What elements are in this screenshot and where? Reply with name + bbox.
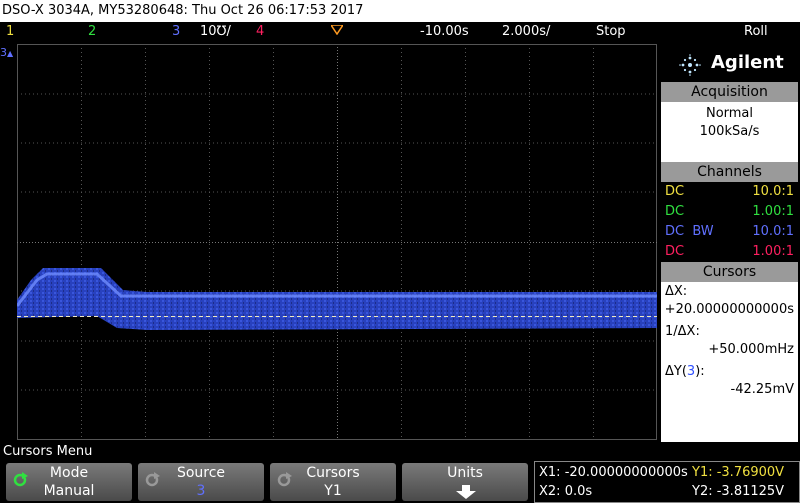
y2-readout: Y2: -3.81125V bbox=[692, 484, 785, 499]
inv-delta-x-value-row: +50.000mHz bbox=[665, 340, 794, 360]
x1-readout: X1: -20.00000000000s bbox=[539, 465, 688, 480]
brand-box: Agilent bbox=[661, 46, 798, 84]
channel-4-indicator[interactable]: 4 bbox=[256, 22, 264, 42]
run-state: Stop bbox=[596, 24, 626, 39]
info-panel: Agilent Acquisition Normal 100kSa/s Chan… bbox=[659, 44, 800, 442]
grid-lines bbox=[17, 44, 657, 440]
source-softkey[interactable]: Source 3 bbox=[138, 463, 264, 501]
time-offset: -10.00s bbox=[420, 24, 469, 39]
channel-3-row[interactable]: DC BW 10.0:1 bbox=[665, 222, 794, 242]
time-scale: 2.000s/ bbox=[502, 24, 551, 39]
cursors-box: ΔX: +20.00000000000s 1/ΔX: +50.000mHz ΔY… bbox=[661, 282, 798, 442]
delta-y-label-row: ΔY(3): bbox=[665, 364, 705, 379]
delta-x-value-row: +20.00000000000s bbox=[665, 300, 794, 320]
channel-4-row[interactable]: DC 1.00:1 bbox=[665, 242, 794, 262]
channel-3-scale: 10℧/ bbox=[200, 24, 231, 39]
units-softkey[interactable]: Units bbox=[402, 463, 528, 501]
channel-2-indicator[interactable]: 2 bbox=[88, 22, 96, 42]
cursors-header[interactable]: Cursors bbox=[661, 262, 798, 282]
sample-rate: 100kSa/s bbox=[699, 124, 760, 139]
cursors-softkey[interactable]: Cursors Y1 bbox=[270, 463, 396, 501]
channels-box: DC 10.0:1 DC 1.00:1 DC BW 10.0:1 DC 1.00… bbox=[661, 182, 798, 262]
title-bar: DSO-X 3034A, MY53280648: Thu Oct 26 06:1… bbox=[0, 0, 800, 22]
waveform-display[interactable] bbox=[15, 44, 657, 440]
y1-readout: Y1: -3.76900V bbox=[692, 465, 785, 480]
delta-y-value-row: -42.25mV bbox=[665, 380, 794, 400]
submenu-arrow-icon bbox=[456, 485, 476, 499]
trigger-position-icon bbox=[331, 25, 343, 35]
channel-3-trace bbox=[17, 268, 657, 330]
inv-delta-x-value: +50.000mHz bbox=[708, 342, 794, 357]
channel-1-row[interactable]: DC 10.0:1 bbox=[665, 182, 794, 202]
agilent-spark-icon bbox=[679, 54, 701, 76]
inv-delta-x-label-row: 1/ΔX: bbox=[665, 324, 700, 339]
channel-3-indicator[interactable]: 3 bbox=[172, 22, 180, 42]
acquisition-header[interactable]: Acquisition bbox=[661, 82, 798, 102]
channel-1-indicator[interactable]: 1 bbox=[6, 22, 14, 42]
acquisition-mode-roll: Roll bbox=[744, 24, 768, 39]
delta-y-value: -42.25mV bbox=[730, 382, 794, 397]
status-bar: 1 2 3 10℧/ 4 -10.00s 2.000s/ Stop Roll bbox=[0, 22, 800, 42]
graticule bbox=[15, 44, 657, 440]
acquisition-mode: Normal bbox=[705, 106, 754, 121]
menu-title: Cursors Menu bbox=[0, 443, 800, 461]
cursor-readout: X1: -20.00000000000s X2: 0.0s Y1: -3.769… bbox=[534, 461, 800, 503]
brand-logo: Agilent bbox=[711, 52, 784, 73]
x2-readout: X2: 0.0s bbox=[539, 484, 593, 499]
acquisition-box: Normal 100kSa/s bbox=[661, 102, 798, 162]
channels-header[interactable]: Channels bbox=[661, 162, 798, 182]
delta-x-value: +20.00000000000s bbox=[664, 302, 794, 317]
delta-x-label-row: ΔX: bbox=[665, 284, 688, 299]
title-text: DSO-X 3034A, MY53280648: Thu Oct 26 06:1… bbox=[2, 3, 364, 18]
mode-softkey[interactable]: Mode Manual bbox=[6, 463, 132, 501]
channel-2-row[interactable]: DC 1.00:1 bbox=[665, 202, 794, 222]
channel-3-marker: 3▲ bbox=[0, 46, 14, 59]
